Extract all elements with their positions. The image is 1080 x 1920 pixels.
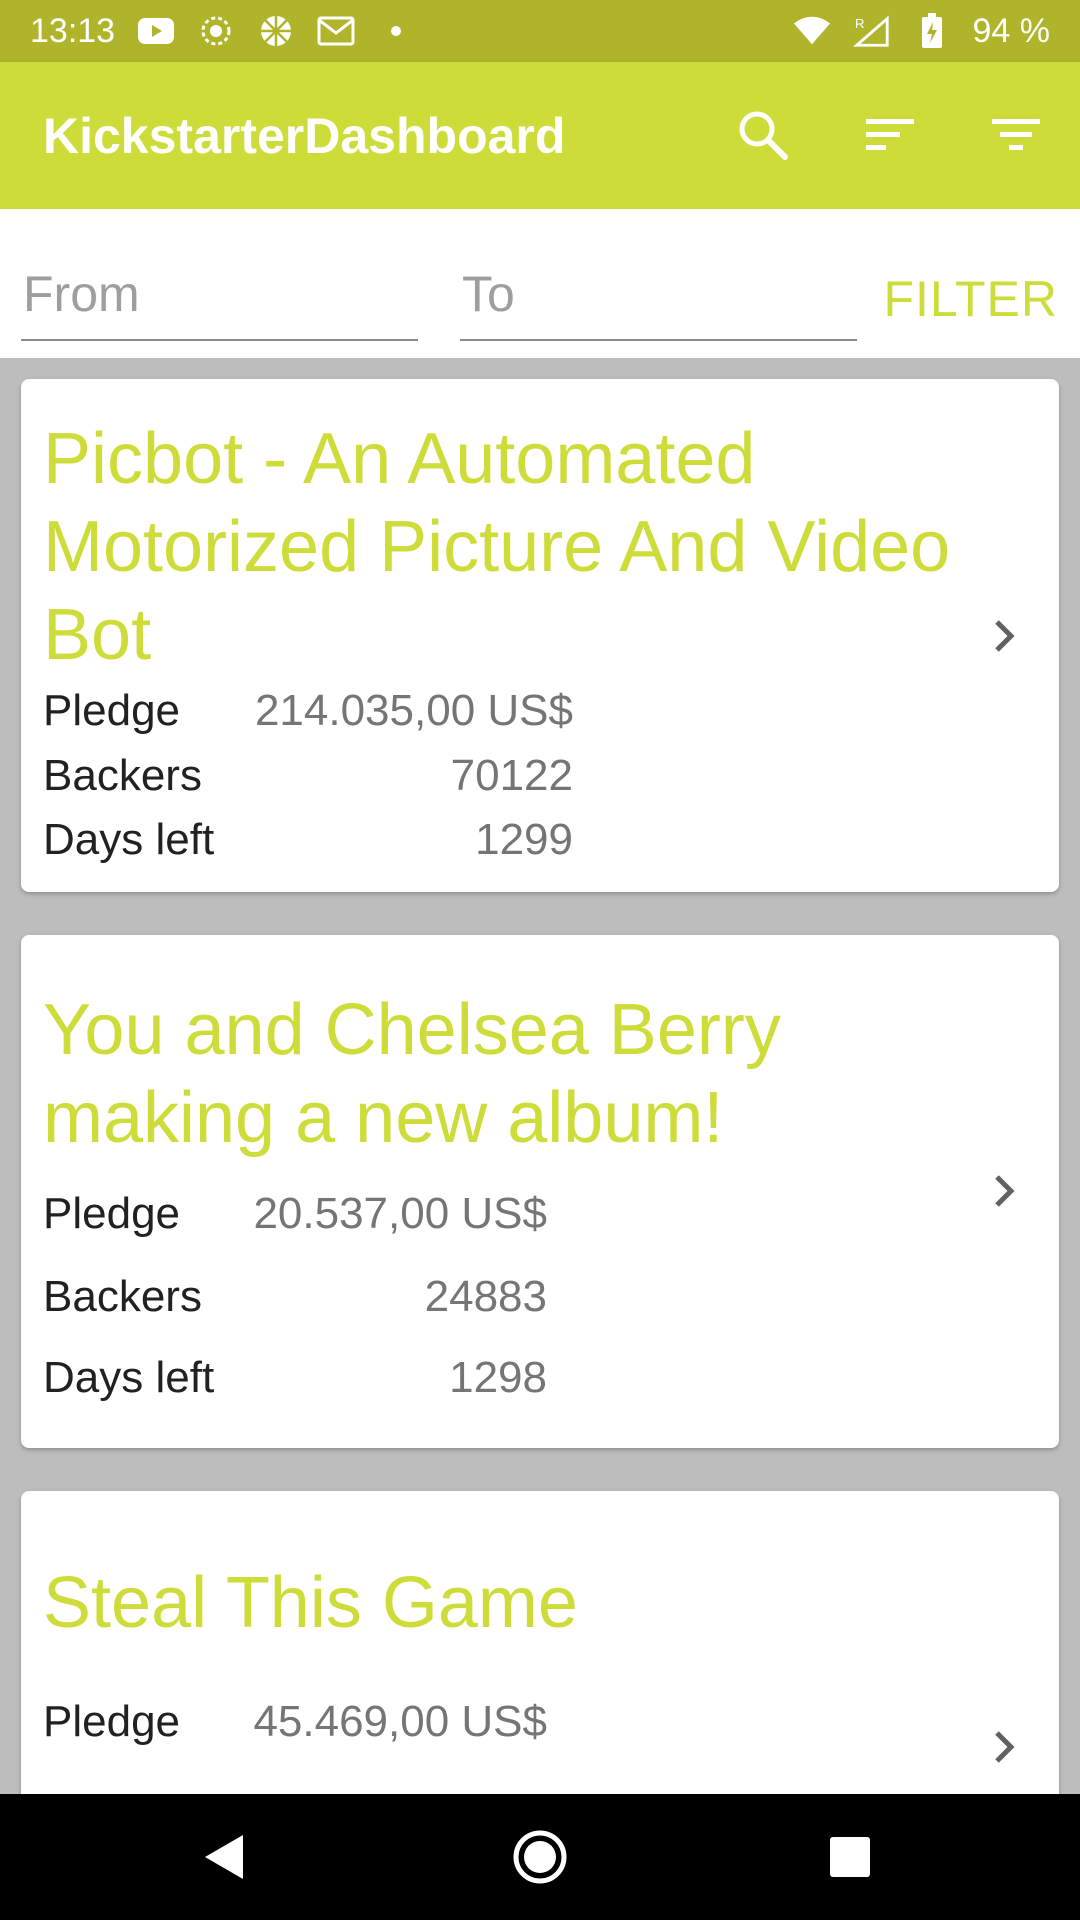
home-icon[interactable] <box>507 1824 573 1890</box>
project-card[interactable]: You and Chelsea Berry making a new album… <box>21 935 1059 1448</box>
project-title: Steal This Game <box>43 1563 578 1643</box>
backers-value: 70122 <box>450 751 573 800</box>
chevron-right-icon[interactable] <box>983 616 1023 656</box>
gmail-icon <box>317 15 355 47</box>
days-left-label: Days left <box>43 1353 215 1402</box>
backers-row: Backers 24883 <box>43 1272 573 1332</box>
pledge-row: Pledge 20.537,00 US$ <box>43 1189 573 1249</box>
pledge-label: Pledge <box>43 686 181 735</box>
battery-charging-icon <box>913 13 951 48</box>
signal-roaming-icon: R <box>852 15 891 47</box>
sort-icon[interactable] <box>858 103 922 167</box>
from-input[interactable] <box>21 265 422 323</box>
date-filter-bar: FILTER <box>0 209 1080 358</box>
pledge-value: 214.035,00 US$ <box>254 686 573 735</box>
project-title: You and Chelsea Berry making a new album… <box>43 990 781 1158</box>
status-bar-left: 13:13 <box>30 12 415 51</box>
days-left-label: Days left <box>43 815 215 864</box>
battery-percent: 94 % <box>972 11 1051 50</box>
chevron-right-icon[interactable] <box>983 1171 1023 1211</box>
wifi-icon <box>793 15 831 47</box>
recents-icon[interactable] <box>817 1824 883 1890</box>
days-left-value: 1299 <box>475 815 573 864</box>
pledge-label: Pledge <box>43 1189 181 1238</box>
days-left-row: Days left 1298 <box>43 1353 573 1413</box>
backers-label: Backers <box>43 751 202 800</box>
pledge-row: Pledge 214.035,00 US$ <box>43 686 573 746</box>
pledge-label: Pledge <box>43 1697 181 1746</box>
svg-text:R: R <box>854 16 864 31</box>
to-field <box>460 259 861 341</box>
dot-icon <box>377 15 415 47</box>
status-bar-right: R 94 % <box>793 11 1051 51</box>
backers-value: 24883 <box>424 1272 547 1321</box>
search-icon[interactable] <box>731 103 795 167</box>
status-time: 13:13 <box>30 11 116 50</box>
backers-row: Backers 70122 <box>43 751 573 811</box>
youtube-icon <box>137 15 175 47</box>
project-card[interactable]: Steal This Game Pledge 45.469,00 US$ <box>21 1491 1059 1794</box>
filter-icon[interactable] <box>984 103 1048 167</box>
pledge-value: 20.537,00 US$ <box>253 1189 547 1238</box>
filter-button[interactable]: FILTER <box>883 259 1058 339</box>
app-bar: KickstarterDashboard <box>0 62 1080 209</box>
from-field <box>21 259 422 341</box>
days-left-row: Days left 1299 <box>43 815 573 875</box>
lion-app-icon <box>197 15 235 47</box>
pledge-row: Pledge 45.469,00 US$ <box>43 1697 573 1757</box>
pinwheel-app-icon <box>257 15 295 47</box>
back-icon[interactable] <box>191 1824 257 1890</box>
to-input[interactable] <box>460 265 861 323</box>
chevron-right-icon[interactable] <box>983 1727 1023 1767</box>
project-list[interactable]: Picbot - An Automated Motorized Picture … <box>0 358 1080 1794</box>
backers-label: Backers <box>43 1272 202 1321</box>
status-bar: 13:13 R 94 % <box>0 0 1080 62</box>
days-left-value: 1298 <box>449 1353 547 1402</box>
project-card[interactable]: Picbot - An Automated Motorized Picture … <box>21 379 1059 892</box>
pledge-value: 45.469,00 US$ <box>253 1697 547 1746</box>
app-title: KickstarterDashboard <box>43 107 566 164</box>
system-nav-bar <box>0 1794 1080 1920</box>
project-title: Picbot - An Automated Motorized Picture … <box>43 419 951 675</box>
